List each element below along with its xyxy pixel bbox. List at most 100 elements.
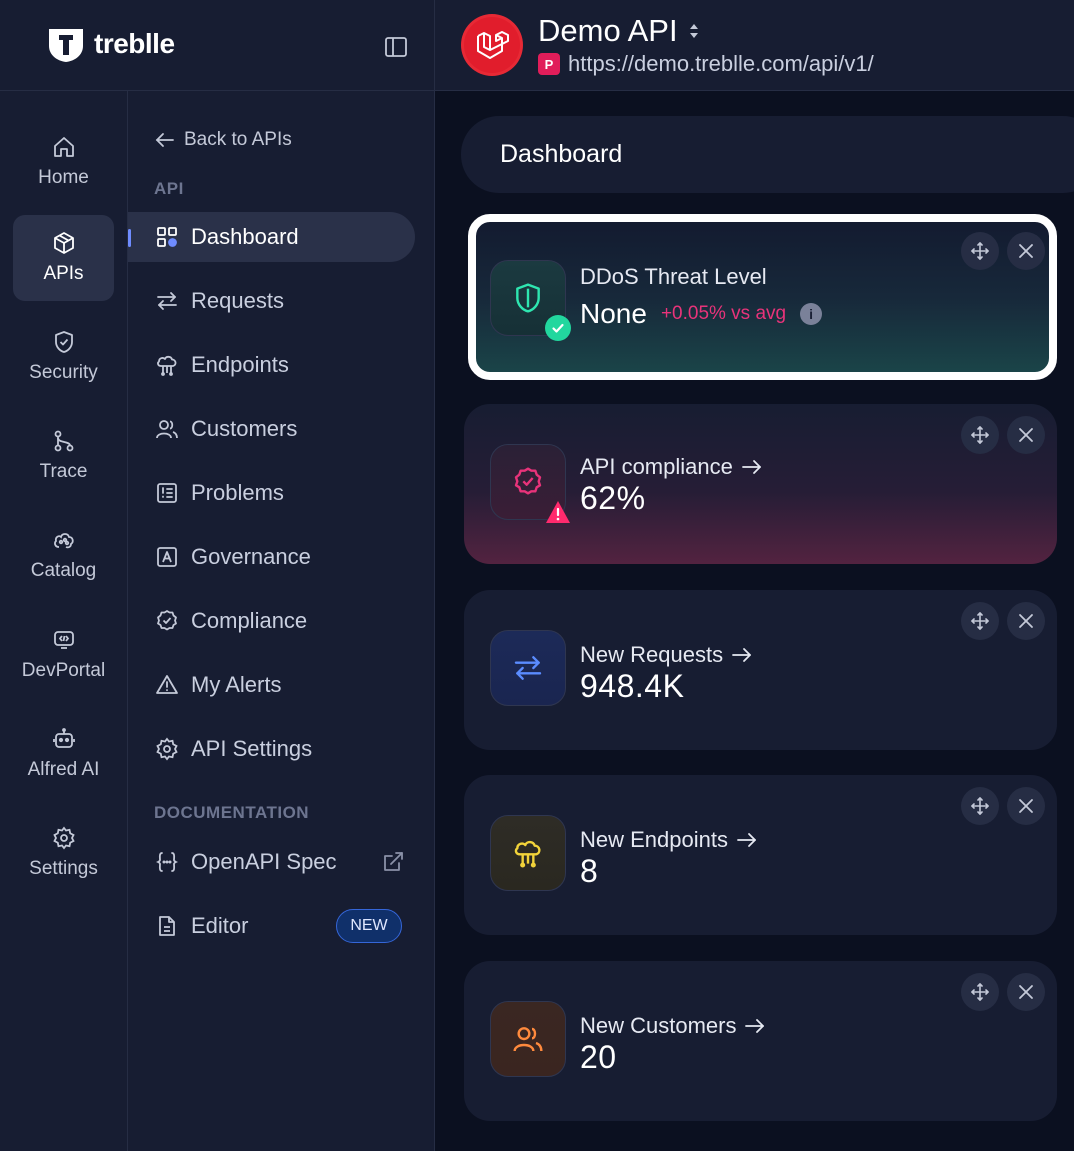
- rail-label: Settings: [29, 858, 98, 879]
- environment-badge: P: [538, 53, 560, 75]
- document-icon: [155, 914, 179, 938]
- nav-item-editor[interactable]: Editor NEW: [128, 901, 415, 951]
- move-button[interactable]: [961, 602, 999, 640]
- robot-icon: [52, 728, 75, 748]
- new-badge: NEW: [336, 909, 402, 943]
- back-to-apis-link[interactable]: Back to APIs: [154, 129, 292, 151]
- card-value: 62%: [580, 480, 646, 516]
- rail-item-catalog[interactable]: Catalog: [13, 512, 114, 598]
- move-icon: [971, 797, 989, 815]
- delta-text: +0.05% vs avg: [660, 303, 787, 324]
- rail-label: APIs: [43, 263, 84, 284]
- arrows-icon: [155, 289, 179, 313]
- gear-icon: [155, 737, 179, 761]
- close-button[interactable]: [1007, 602, 1045, 640]
- check-badge-icon: [545, 315, 571, 341]
- rail-item-security[interactable]: Security: [13, 314, 114, 400]
- rail-item-trace[interactable]: Trace: [13, 413, 114, 499]
- card-actions: [961, 973, 1045, 1011]
- letter-a-icon: [155, 545, 179, 569]
- laravel-icon: [477, 31, 509, 59]
- card-value: 948.4K: [580, 668, 685, 704]
- new-customers-card[interactable]: New Customers 20: [464, 961, 1057, 1121]
- nav-label: My Alerts: [191, 672, 282, 697]
- brand-name: treblle: [94, 28, 175, 59]
- api-name: Demo API: [538, 13, 678, 48]
- rail-item-settings[interactable]: Settings: [13, 810, 114, 896]
- page-header: Dashboard: [461, 116, 1074, 193]
- close-button[interactable]: [1007, 787, 1045, 825]
- rail-item-apis[interactable]: APIs: [13, 215, 114, 301]
- selector-chevrons-icon: [689, 24, 698, 38]
- move-button[interactable]: [961, 973, 999, 1011]
- nav-item-endpoints[interactable]: Endpoints: [128, 340, 415, 390]
- close-button[interactable]: [1007, 232, 1045, 270]
- endpoints-card-icon: [490, 815, 566, 891]
- nav-label: Editor: [191, 913, 249, 938]
- card-title: New Customers: [580, 1013, 737, 1038]
- external-link-icon[interactable]: [381, 850, 405, 880]
- card-title-link[interactable]: API compliance: [580, 454, 763, 480]
- api-avatar[interactable]: [461, 14, 523, 76]
- close-button[interactable]: [1007, 416, 1045, 454]
- api-url[interactable]: https://demo.treblle.com/api/v1/: [568, 51, 874, 77]
- nav-item-openapi-spec[interactable]: OpenAPI Spec: [128, 837, 415, 887]
- rail-label: Security: [29, 362, 98, 383]
- move-icon: [971, 242, 989, 260]
- card-title-link[interactable]: New Customers: [580, 1013, 766, 1039]
- shield-icon: [54, 331, 73, 353]
- move-icon: [971, 426, 989, 444]
- new-requests-card[interactable]: New Requests 948.4K: [464, 590, 1057, 750]
- nav-item-compliance[interactable]: Compliance: [128, 596, 415, 646]
- list-alert-icon: [155, 481, 179, 505]
- ddos-threat-card[interactable]: DDoS Threat Level None +0.05% vs avg i: [468, 214, 1057, 380]
- arrow-right-icon: [745, 1019, 765, 1033]
- card-actions: [961, 787, 1045, 825]
- move-button[interactable]: [961, 416, 999, 454]
- rail-label: Alfred AI: [27, 759, 100, 780]
- card-title-link[interactable]: New Requests: [580, 642, 753, 668]
- move-button[interactable]: [961, 787, 999, 825]
- home-icon: [53, 137, 74, 157]
- cloud-network-icon: [155, 353, 179, 377]
- shield-icon: [516, 283, 540, 313]
- braces-icon: [155, 850, 179, 874]
- sidebar-toggle-button[interactable]: [382, 33, 410, 61]
- nav-item-dashboard[interactable]: Dashboard: [128, 212, 415, 262]
- move-button[interactable]: [961, 232, 999, 270]
- nav-label: Compliance: [191, 608, 308, 633]
- card-title-link[interactable]: New Endpoints: [580, 827, 758, 853]
- arrows-icon: [514, 656, 542, 680]
- rail-label: DevPortal: [21, 660, 106, 681]
- treblle-logo[interactable]: treblle: [46, 24, 175, 64]
- nav-label: Dashboard: [191, 224, 299, 249]
- close-button[interactable]: [1007, 973, 1045, 1011]
- close-icon: [1019, 428, 1033, 442]
- api-section-label: API: [154, 179, 184, 198]
- nav-label: Endpoints: [191, 352, 289, 377]
- api-selector[interactable]: Demo API: [538, 13, 700, 49]
- nav-item-requests[interactable]: Requests: [128, 276, 415, 326]
- rail-item-alfred-ai[interactable]: Alfred AI: [13, 711, 114, 797]
- nav-item-customers[interactable]: Customers: [128, 404, 415, 454]
- api-nav: Back to APIs API Dashboard Requests Endp…: [128, 91, 435, 1151]
- new-endpoints-card[interactable]: New Endpoints 8: [464, 775, 1057, 935]
- nav-item-my-alerts[interactable]: My Alerts: [128, 660, 415, 710]
- nav-item-api-settings[interactable]: API Settings: [128, 724, 415, 774]
- rail-item-home[interactable]: Home: [13, 119, 114, 205]
- treblle-logo-icon: [49, 29, 83, 62]
- users-icon: [155, 417, 179, 441]
- nav-item-governance[interactable]: Governance: [128, 532, 415, 582]
- info-icon[interactable]: i: [800, 303, 823, 325]
- requests-card-icon: [490, 630, 566, 706]
- devportal-icon: [53, 631, 74, 649]
- api-compliance-card[interactable]: API compliance 62%: [464, 404, 1057, 564]
- rail-item-devportal[interactable]: DevPortal: [13, 612, 114, 698]
- brand-bar: treblle: [0, 0, 435, 91]
- award-icon: [155, 609, 179, 633]
- back-label: Back to APIs: [184, 129, 292, 150]
- nav-item-problems[interactable]: Problems: [128, 468, 415, 518]
- grid-icon: [155, 225, 179, 249]
- close-icon: [1019, 985, 1033, 999]
- customers-card-icon: [490, 1001, 566, 1077]
